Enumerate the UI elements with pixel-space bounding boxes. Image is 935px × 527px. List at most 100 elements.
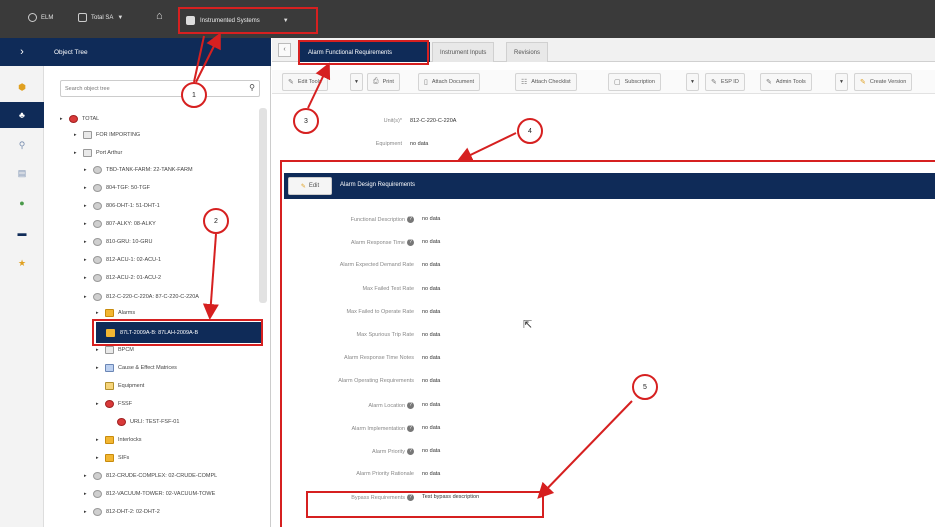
tree-node[interactable]: ▸ Port Arthur — [74, 146, 122, 160]
tree-node[interactable]: ▸ Cause & Effect Matrices — [96, 361, 177, 375]
expand-arrow-icon[interactable]: ▸ — [84, 167, 89, 173]
annotation-box-bypass — [306, 491, 544, 518]
tree-node[interactable]: ▸ 812-CRUDE-COMPLEX: 02-CRUDE-COMPL — [84, 469, 217, 483]
tree-node[interactable]: ▸ 812-ACU-2: 01-ACU-2 — [84, 271, 161, 285]
tree-node[interactable]: ▸ 812-C-220-C-220A: 87-C-220-C-220A — [84, 290, 199, 304]
expand-arrow-icon[interactable]: ▸ — [60, 116, 65, 122]
tree-node-label: 812-ACU-1: 02-ACU-1 — [106, 257, 162, 263]
annotation-box-selected-node — [92, 319, 263, 346]
edit-tools-button[interactable]: ✎ Edit Tools — [282, 73, 328, 91]
expand-arrow-icon[interactable]: ▸ — [96, 365, 101, 371]
tree-node[interactable]: ▸ 807-ALKY: 08-ALKY — [84, 217, 156, 231]
tree-node-label: FOR IMPORTING — [96, 132, 141, 138]
expand-arrow-icon[interactable]: ▸ — [84, 203, 89, 209]
create-version-button[interactable]: ✎ Create Version — [854, 73, 913, 91]
tree-node[interactable]: ▸ FOR IMPORTING — [74, 128, 140, 142]
home-icon[interactable]: ⌂ — [156, 10, 163, 22]
tree-node[interactable]: ▸ Interlocks — [96, 433, 142, 447]
document-icon: ▯ — [424, 79, 428, 86]
node-icon — [83, 131, 92, 139]
report-icon[interactable]: ▤ — [0, 160, 44, 186]
tree-node-label: BPCM — [118, 347, 134, 353]
site-selector[interactable]: Total SA ▼ — [78, 13, 123, 22]
expand-arrow-icon[interactable]: ▸ — [96, 401, 101, 407]
expand-arrow-icon[interactable]: ▸ — [96, 437, 101, 443]
hierarchy-icon[interactable]: ♣ — [0, 102, 44, 128]
edit-tools-dropdown[interactable]: ▼ — [350, 73, 363, 91]
esp-id-button[interactable]: ✎ ESP ID — [705, 73, 745, 91]
expand-arrow-icon[interactable]: ▸ — [84, 257, 89, 263]
elm-menu[interactable]: ELM — [28, 13, 53, 22]
tree-node-label: 812-DHT-2: 02-DHT-2 — [106, 509, 160, 515]
callout-5: 5 — [632, 374, 658, 400]
node-icon — [105, 364, 114, 372]
annotation-box-active-tab — [298, 40, 429, 65]
tree-node[interactable]: URLI: TEST-FSF-01 — [108, 415, 179, 429]
tree-node[interactable]: ▸ Alarms — [96, 306, 135, 320]
tree-node[interactable]: ▸ TBD-TANK-FARM: 22-TANK-FARM — [84, 163, 193, 177]
tree-node[interactable]: ▸ SIFs — [96, 451, 129, 465]
tab-instrument-inputs[interactable]: Instrument Inputs — [432, 42, 495, 62]
expand-arrow-icon[interactable]: ▸ — [74, 150, 79, 156]
admin-tools-dropdown[interactable]: ▼ — [835, 73, 848, 91]
attach-checklist-button[interactable]: ☷ Attach Checklist — [515, 73, 577, 91]
tree-node[interactable]: ▸ TOTAL — [60, 112, 99, 126]
search-icon[interactable]: ⚲ — [0, 132, 44, 158]
expand-arrow-icon[interactable]: ▸ — [84, 509, 89, 515]
tree-node[interactable]: ▸ FSSF — [96, 397, 132, 411]
tree-search-box: ⚲ — [60, 80, 260, 97]
cube-icon[interactable]: ⬢ — [0, 74, 44, 100]
tree-node-label: URLI: TEST-FSF-01 — [130, 419, 180, 425]
print-button[interactable]: ⎙ Print — [367, 73, 400, 91]
expand-icon[interactable]: › — [0, 38, 44, 66]
tree-node[interactable]: ▸ 812-DHT-2: 02-DHT-2 — [84, 505, 160, 519]
tree-node-label: SIFs — [118, 455, 130, 461]
tree-node-label: 804-TGF: 50-TGF — [106, 185, 151, 191]
tree-node[interactable]: ▸ 812-VACUUM-TOWER: 02-VACUUM-TOWE — [84, 487, 215, 501]
node-icon — [105, 382, 114, 390]
globe-icon[interactable]: ● — [0, 190, 44, 216]
expand-arrow-icon[interactable]: ▸ — [84, 221, 89, 227]
node-icon — [105, 454, 114, 462]
tree-node-label: 812-CRUDE-COMPLEX: 02-CRUDE-COMPL — [106, 473, 218, 479]
tab-revisions[interactable]: Revisions — [506, 42, 549, 62]
object-tree-title: Object Tree — [44, 38, 271, 66]
tree-node[interactable]: Equipment — [96, 379, 144, 393]
admin-tools-button[interactable]: ✎ Admin Tools — [760, 73, 812, 91]
node-icon — [93, 238, 102, 246]
expand-arrow-icon[interactable]: ▸ — [96, 310, 101, 316]
wrench-icon: ✎ — [711, 79, 717, 86]
expand-arrow-icon[interactable]: ▸ — [84, 185, 89, 191]
expand-arrow-icon[interactable]: ▸ — [84, 239, 89, 245]
subscription-icon: ▢ — [614, 79, 621, 86]
node-icon — [69, 115, 78, 123]
expand-arrow-icon[interactable]: ▸ — [84, 294, 89, 300]
expand-arrow-icon[interactable]: ▸ — [84, 473, 89, 479]
attach-document-button[interactable]: ▯ Attach Document — [418, 73, 481, 91]
node-icon — [105, 436, 114, 444]
expand-arrow-icon[interactable]: ▸ — [74, 132, 79, 138]
collapse-panel-button[interactable]: ‹ — [278, 43, 291, 57]
tree-node-label: Cause & Effect Matrices — [118, 365, 177, 371]
equipment-value: no data — [410, 141, 429, 147]
tree-node[interactable]: ▸ 806-DHT-1: 51-DHT-1 — [84, 199, 160, 213]
search-icon[interactable]: ⚲ — [249, 83, 255, 92]
callout-2: 2 — [203, 208, 229, 234]
expand-arrow-icon[interactable]: ▸ — [96, 455, 101, 461]
minus-icon[interactable]: ▬ — [0, 220, 44, 246]
tree-node[interactable]: ▸ 812-ACU-1: 02-ACU-1 — [84, 253, 161, 267]
subscription-dropdown[interactable]: ▼ — [686, 73, 699, 91]
tree-scrollbar[interactable] — [259, 108, 267, 303]
expand-arrow-icon[interactable]: ▸ — [84, 275, 89, 281]
node-icon — [93, 202, 102, 210]
cloud-icon — [28, 13, 37, 22]
printer-icon: ⎙ — [373, 78, 379, 85]
subscription-button[interactable]: ▢ Subscription — [608, 73, 661, 91]
tree-node-label: FSSF — [118, 401, 133, 407]
expand-arrow-icon[interactable]: ▸ — [96, 347, 101, 353]
tree-node[interactable]: ▸ 804-TGF: 50-TGF — [84, 181, 150, 195]
expand-arrow-icon[interactable]: ▸ — [84, 491, 89, 497]
tree-node[interactable]: ▸ 810-GRU: 10-GRU — [84, 235, 152, 249]
node-icon — [117, 418, 126, 426]
star-icon[interactable]: ★ — [0, 250, 44, 276]
